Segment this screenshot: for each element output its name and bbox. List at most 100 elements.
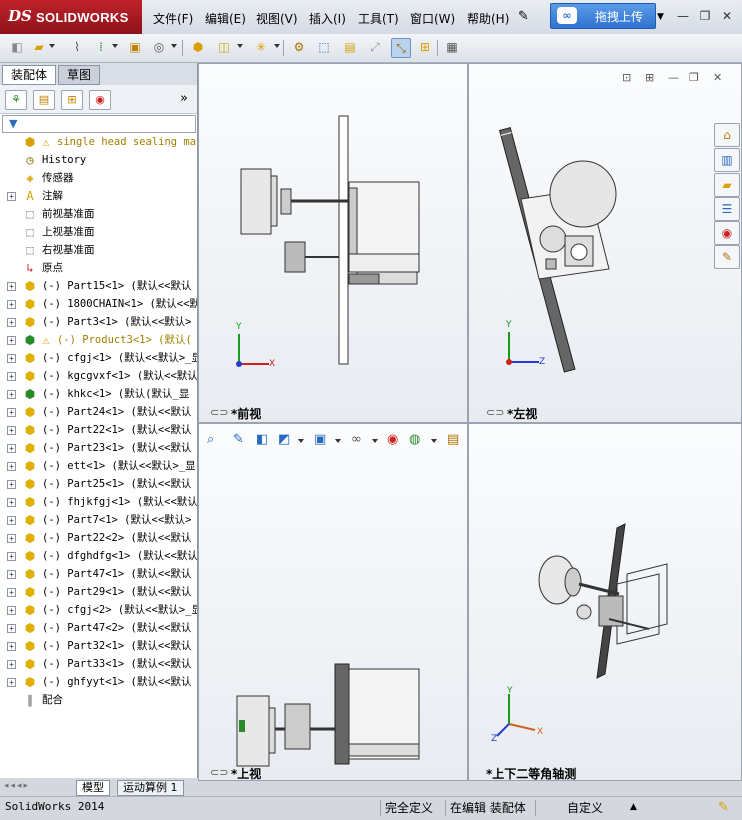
expand-toggle-icon[interactable]: + xyxy=(7,570,16,579)
tree-item[interactable]: ⬚ 前视基准面 xyxy=(0,205,197,223)
expand-toggle-icon[interactable]: + xyxy=(7,192,16,201)
view-palette-icon[interactable]: ☰ xyxy=(714,197,740,221)
expand-toggle-icon[interactable]: + xyxy=(7,642,16,651)
tree-item[interactable]: ⬚ 上视基准面 xyxy=(0,223,197,241)
design-library-icon[interactable]: ▥ xyxy=(714,148,740,172)
rebuild-icon[interactable]: ⁞ xyxy=(92,38,110,56)
property-manager-icon[interactable]: ▤ xyxy=(33,90,55,110)
settings-gear-icon[interactable]: ⚙ xyxy=(290,38,308,56)
interference-icon[interactable]: ⤢ xyxy=(366,38,384,56)
rebuild-status-icon[interactable]: ✎ xyxy=(718,800,729,815)
pin-icon[interactable]: ✎ xyxy=(518,9,529,24)
tree-item[interactable]: ◈ 传感器 xyxy=(0,169,197,187)
insert-component-icon[interactable]: ▣ xyxy=(126,38,144,56)
scene-icon[interactable]: ◍ xyxy=(409,432,420,447)
appearances-icon[interactable]: ◉ xyxy=(714,221,740,245)
menu-tools[interactable]: 工具(T) xyxy=(358,10,399,27)
tree-item[interactable]: + ⬢ (-) cfgj<2> (默认<<默认>_显 xyxy=(0,601,197,619)
expand-toggle-icon[interactable]: + xyxy=(7,282,16,291)
tab-sketch[interactable]: 草图 xyxy=(58,65,101,85)
zoom-fit-icon[interactable]: ⌕ xyxy=(207,432,214,447)
filter-icon[interactable]: ▼ xyxy=(9,117,17,130)
tree-item[interactable]: + ⬢ (-) ghfyyt<1> (默认<<默认 xyxy=(0,673,197,691)
restore-icon[interactable]: ❐ xyxy=(697,8,713,24)
tree-item[interactable]: ⬚ 右视基准面 xyxy=(0,241,197,259)
paperclip-icon[interactable]: ⌇ xyxy=(68,38,86,56)
zoom-area-icon[interactable]: ✎ xyxy=(233,432,244,447)
expand-toggle-icon[interactable]: + xyxy=(7,300,16,309)
tree-item[interactable]: ↳ 原点 xyxy=(0,259,197,277)
tree-item[interactable]: + ⬢ (-) Part7<1> (默认<<默认> xyxy=(0,511,197,529)
dropdown-arrow-icon[interactable] xyxy=(171,44,177,48)
expand-toggle-icon[interactable]: + xyxy=(7,498,16,507)
tree-item[interactable]: + ⬢ (-) fhjkfgj<1> (默认<<默认 xyxy=(0,493,197,511)
dropdown-arrow-icon[interactable] xyxy=(112,44,118,48)
file-explorer-icon[interactable]: ▰ xyxy=(714,173,740,197)
resources-home-icon[interactable]: ⌂ xyxy=(714,123,740,147)
tree-filter-input[interactable]: ▼ xyxy=(2,115,196,133)
expand-toggle-icon[interactable]: + xyxy=(7,660,16,669)
tree-item[interactable]: + ⬢ (-) kgcgvxf<1> (默认<<默认 xyxy=(0,367,197,385)
expand-toggle-icon[interactable]: + xyxy=(7,678,16,687)
smart-fastener-icon[interactable]: ✳ xyxy=(252,38,270,56)
viewport-front[interactable]: Y X ⊂⊃ *前视 xyxy=(198,63,468,423)
appearance-icon[interactable]: ◉ xyxy=(387,432,398,447)
expand-arrows-icon[interactable]: » xyxy=(180,91,188,106)
explode-view-icon[interactable]: ⬚ xyxy=(315,38,333,56)
component-pattern-icon[interactable]: ⬢ xyxy=(189,38,207,56)
dropdown-arrow-icon[interactable] xyxy=(335,439,341,443)
expand-toggle-icon[interactable]: + xyxy=(7,534,16,543)
tree-item[interactable]: + ⬢ (-) Part33<1> (默认<<默认 xyxy=(0,655,197,673)
expand-toggle-icon[interactable]: + xyxy=(7,606,16,615)
tree-item[interactable]: + ⬢ (-) Part3<1> (默认<<默认> xyxy=(0,313,197,331)
measure-icon[interactable]: ⤡ xyxy=(391,38,411,58)
expand-toggle-icon[interactable]: + xyxy=(7,552,16,561)
display-manager-icon[interactable]: ◉ xyxy=(89,90,111,110)
tree-item[interactable]: + ⬢ (-) Part24<1> (默认<<默认 xyxy=(0,403,197,421)
move-component-icon[interactable]: ◫ xyxy=(215,38,233,56)
dropdown-arrow-icon[interactable] xyxy=(49,44,55,48)
tree-item[interactable]: + ⬢ (-) khkc<1> (默认(默认_显 xyxy=(0,385,197,403)
expand-toggle-icon[interactable]: + xyxy=(7,336,16,345)
menu-insert[interactable]: 插入(I) xyxy=(309,10,346,27)
viewport-link-icon[interactable]: ⊞ xyxy=(645,71,654,84)
mass-properties-icon[interactable]: ⊞ xyxy=(416,38,434,56)
close-icon[interactable]: ✕ xyxy=(719,8,735,24)
dropdown-arrow-icon[interactable] xyxy=(237,44,243,48)
viewport-isometric[interactable]: Y X Z *上下二等角轴测 xyxy=(468,423,742,781)
new-document-icon[interactable]: ◧ xyxy=(8,38,26,56)
expand-toggle-icon[interactable]: + xyxy=(7,372,16,381)
expand-toggle-icon[interactable]: + xyxy=(7,354,16,363)
tree-item[interactable]: + ⬢ (-) Part32<1> (默认<<默认 xyxy=(0,637,197,655)
tree-item[interactable]: + ⬢ ⚠ (-) Product3<1> (默认( xyxy=(0,331,197,349)
sheet-icon[interactable]: ▦ xyxy=(443,38,461,56)
expand-toggle-icon[interactable]: + xyxy=(7,318,16,327)
bill-of-materials-icon[interactable]: ▤ xyxy=(341,38,359,56)
tab-model[interactable]: 模型 xyxy=(76,780,110,796)
expand-toggle-icon[interactable]: + xyxy=(7,462,16,471)
tree-item[interactable]: + ⬢ (-) ett<1> (默认<<默认>_显 xyxy=(0,457,197,475)
expand-toggle-icon[interactable]: + xyxy=(7,516,16,525)
view-settings-icon[interactable]: ▤ xyxy=(447,432,459,447)
menu-edit[interactable]: 编辑(E) xyxy=(205,10,246,27)
upload-button[interactable]: ∞ 拖拽上传 xyxy=(550,3,656,29)
expand-toggle-icon[interactable]: + xyxy=(7,444,16,453)
expand-toggle-icon[interactable]: + xyxy=(7,480,16,489)
tree-item[interactable]: + ⬢ (-) Part47<1> (默认<<默认 xyxy=(0,565,197,583)
configuration-manager-icon[interactable]: ⊞ xyxy=(61,90,83,110)
menu-help[interactable]: 帮助(H) xyxy=(467,10,509,27)
tree-item[interactable]: + ⬢ (-) 1800CHAIN<1> (默认<<默 xyxy=(0,295,197,313)
feature-tree-icon[interactable]: ⚘ xyxy=(5,90,27,110)
tree-item[interactable]: + ⬢ (-) Part22<2> (默认<<默认 xyxy=(0,529,197,547)
dropdown-arrow-icon[interactable] xyxy=(431,439,437,443)
menu-view[interactable]: 视图(V) xyxy=(256,10,298,27)
tree-item[interactable]: + ⬢ (-) Part23<1> (默认<<默认 xyxy=(0,439,197,457)
tree-item[interactable]: ◷ History xyxy=(0,151,197,169)
tab-motion-study[interactable]: 运动算例 1 xyxy=(117,780,184,796)
expand-toggle-icon[interactable]: + xyxy=(7,408,16,417)
tab-scroll-arrows-icon[interactable]: ◂◂◂▸ xyxy=(4,781,30,791)
tree-item[interactable]: + ⬢ (-) Part15<1> (默认<<默认 xyxy=(0,277,197,295)
display-style-icon[interactable]: ∞ xyxy=(351,432,362,447)
dropdown-arrow-icon[interactable]: ▼ xyxy=(657,12,664,22)
viewport-top[interactable]: ⌕ ✎ ◧ ◩ ▣ ∞ ◉ ◍ ▤ ⊂⊃ *上视 xyxy=(198,423,468,781)
